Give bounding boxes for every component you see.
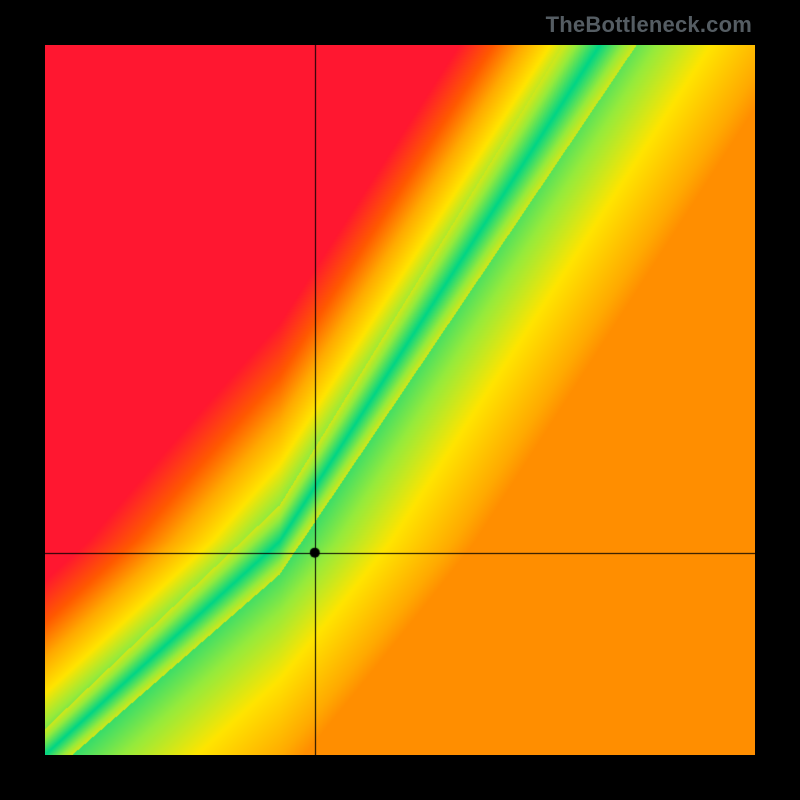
watermark-text: TheBottleneck.com: [546, 12, 752, 38]
outer-frame: TheBottleneck.com: [0, 0, 800, 800]
heatmap-canvas: [45, 45, 755, 755]
heatmap-plot: [45, 45, 755, 755]
